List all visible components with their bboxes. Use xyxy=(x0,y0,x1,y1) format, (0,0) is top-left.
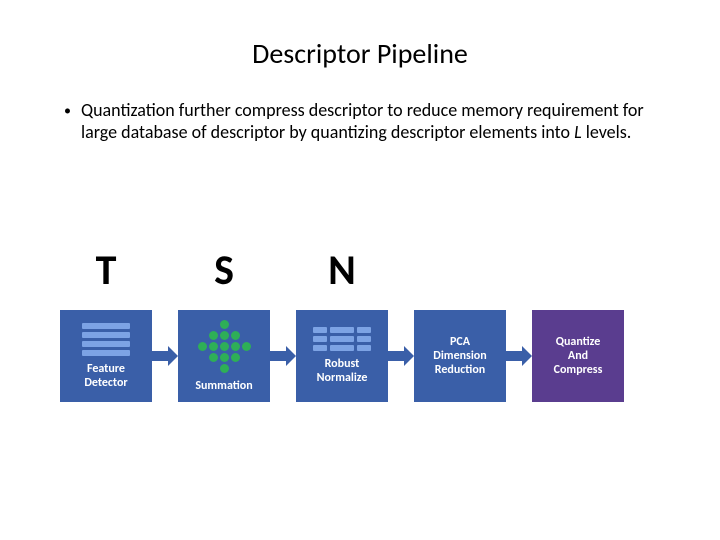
bullet-text-post: levels. xyxy=(582,121,632,143)
pipeline-box-1: SSummation xyxy=(178,310,270,402)
pipeline-box-4: Quantize And Compress xyxy=(532,310,624,402)
normalize-bars-icon xyxy=(313,327,371,351)
pipeline-label-3: PCA Dimension Reduction xyxy=(433,335,486,377)
arrow-right-icon xyxy=(506,346,532,366)
pipeline-letter-0: T xyxy=(60,264,152,278)
bullet-item: • Quantization further compress descript… xyxy=(40,99,680,143)
arrow-right-icon xyxy=(152,346,178,366)
pipeline-diagram: TFeature Detector SSummation NRobust Norma… xyxy=(60,310,624,402)
pipeline-box-3: PCA Dimension Reduction xyxy=(414,310,506,402)
arrow-right-icon xyxy=(270,346,296,366)
slide: Descriptor Pipeline • Quantization furth… xyxy=(0,0,720,540)
pipeline-letter-2: N xyxy=(296,264,388,278)
pipeline-label-1: Summation xyxy=(195,379,252,393)
arrow-right-icon xyxy=(388,346,414,366)
page-title: Descriptor Pipeline xyxy=(40,36,680,71)
bullet-text: Quantization further compress descriptor… xyxy=(81,99,670,143)
summation-dots-icon xyxy=(198,320,251,373)
pipeline-box-0: TFeature Detector xyxy=(60,310,152,402)
pipeline-box-2: NRobust Normalize xyxy=(296,310,388,402)
bullet-text-ital: L xyxy=(574,121,582,143)
bullet-dot-icon: • xyxy=(64,99,71,123)
pipeline-label-0: Feature Detector xyxy=(84,362,127,390)
pipeline-label-2: Robust Normalize xyxy=(317,357,368,385)
feature-bars-icon xyxy=(82,323,130,356)
pipeline-label-4: Quantize And Compress xyxy=(554,335,603,377)
bullet-text-pre: Quantization further compress descriptor… xyxy=(81,99,644,143)
pipeline-letter-1: S xyxy=(178,264,270,278)
